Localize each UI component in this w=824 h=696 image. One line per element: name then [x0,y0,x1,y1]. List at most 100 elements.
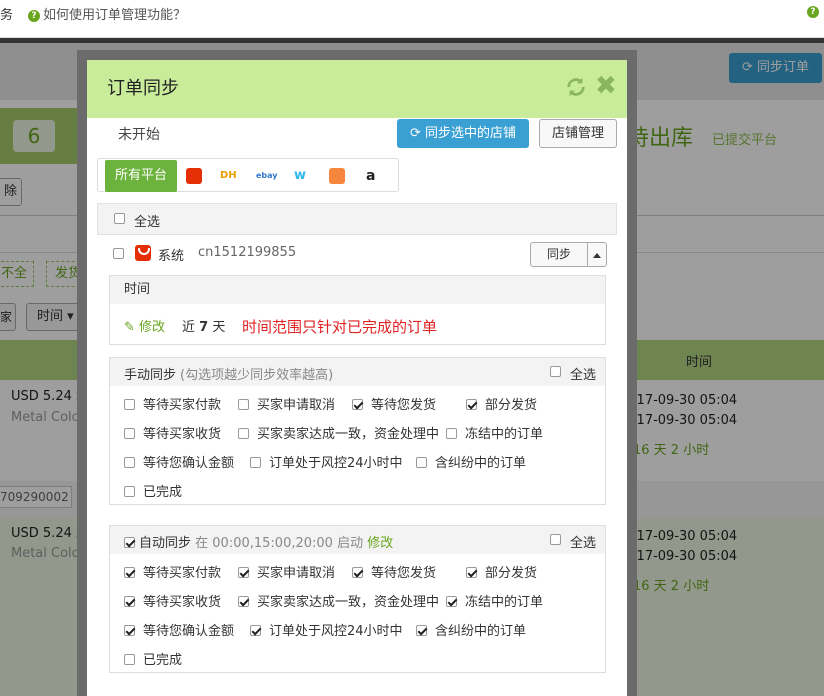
modal-header: 订单同步 ✖ [87,60,627,118]
manual-option-checkbox[interactable] [124,428,135,439]
dhgate-icon[interactable]: DH [220,168,237,184]
manual-option-checkbox[interactable] [124,486,135,497]
manual-option-checkbox[interactable] [238,428,249,439]
recent-prefix: 近 [182,320,196,335]
manual-option-label: 买家卖家达成一致，资金处理中 [257,427,440,442]
auto-sync-edit-link[interactable]: 修改 [367,536,393,551]
manual-option[interactable]: 买家卖家达成一致，资金处理中 [238,423,439,442]
manual-option-label: 已完成 [143,485,183,500]
question-icon[interactable]: ? [807,6,819,18]
recent-days-value: 7 [199,320,209,335]
manual-select-all-label: 全选 [570,368,597,383]
manual-option-label: 等待买家付款 [143,398,222,413]
auto-option[interactable]: 已完成 [124,649,182,668]
store-account-row: 系统 cn1512199855 同步 [97,235,617,271]
edit-time-label: 修改 [139,320,166,335]
manual-select-all-checkbox[interactable] [550,366,561,377]
auto-option[interactable]: 等待您确认金额 [124,620,234,639]
auto-select-all-label: 全选 [570,536,597,551]
auto-sync-section: 自动同步 在 00:00,15:00,20:00 启动 修改 全选 等待买家付款… [109,525,606,673]
auto-option-checkbox[interactable] [416,625,427,636]
auto-select-all-checkbox[interactable] [550,534,561,545]
manual-option[interactable]: 等待您发货 [352,394,436,413]
auto-option-checkbox[interactable] [124,596,135,607]
auto-sync-checkbox[interactable] [124,537,135,548]
wish-icon[interactable]: w [294,168,306,184]
auto-option-checkbox[interactable] [124,567,135,578]
auto-option[interactable]: 冻结中的订单 [446,591,543,610]
recent-days: 近 7 天 [182,316,225,335]
select-all-checkbox[interactable] [114,213,125,224]
manual-option[interactable]: 等待您确认金额 [124,452,234,471]
manual-option-label: 部分发货 [485,398,538,413]
lazada-icon[interactable] [329,168,345,184]
manual-option[interactable]: 部分发货 [466,394,537,413]
auto-option-label: 买家申请取消 [257,566,336,581]
manual-option[interactable]: 等待买家付款 [124,394,221,413]
manual-option-checkbox[interactable] [446,428,457,439]
tab-all-platforms[interactable]: 所有平台 [105,160,177,192]
manual-option[interactable]: 已完成 [124,481,182,500]
auto-option[interactable]: 买家申请取消 [238,562,335,581]
modal-body: 未开始 ⟳ 同步选中的店铺 店铺管理 所有平台 DH ebay w a 全选 系… [87,118,627,696]
auto-option[interactable]: 含纠纷中的订单 [416,620,526,639]
auto-option-checkbox[interactable] [352,567,363,578]
auto-option[interactable]: 订单处于风控24小时中 [250,620,403,639]
auto-option-checkbox[interactable] [238,567,249,578]
time-header: 时间 [110,276,605,304]
manual-option-label: 等待您发货 [371,398,437,413]
auto-option[interactable]: 买家卖家达成一致，资金处理中 [238,591,439,610]
manual-option-checkbox[interactable] [352,399,363,410]
manual-option-checkbox[interactable] [124,457,135,468]
manual-option[interactable]: 买家申请取消 [238,394,335,413]
auto-option-checkbox[interactable] [446,596,457,607]
manual-option[interactable]: 等待买家收货 [124,423,221,442]
auto-option-checkbox[interactable] [238,596,249,607]
refresh-icon[interactable] [565,76,587,98]
auto-option[interactable]: 等待买家付款 [124,562,221,581]
store-sync-button[interactable]: 同步 [530,242,588,267]
time-range-note: 时间范围只针对已完成的订单 [242,318,438,336]
sync-selected-stores-button[interactable]: ⟳ 同步选中的店铺 [397,119,529,148]
manual-option-label: 订单处于风控24小时中 [269,456,403,471]
auto-option-label: 已完成 [143,653,183,668]
auto-option[interactable]: 等待您发货 [352,562,436,581]
modal-title: 订单同步 [107,78,179,99]
manual-sync-section: 手动同步 (勾选项越少同步效率越高) 全选 等待买家付款 买家申请取消 等待您发货 部分… [109,357,606,505]
auto-option-checkbox[interactable] [250,625,261,636]
close-icon[interactable]: ✖ [595,73,617,99]
store-management-button[interactable]: 店铺管理 [539,119,617,148]
manual-option-checkbox[interactable] [238,399,249,410]
auto-option-checkbox[interactable] [124,654,135,665]
auto-option-label: 等待买家付款 [143,566,222,581]
help-link[interactable]: ? 如何使用订单管理功能？ [28,4,186,23]
manual-option[interactable]: 订单处于风控24小时中 [250,452,403,471]
chevron-down-icon[interactable] [587,242,607,267]
manual-option-checkbox[interactable] [416,457,427,468]
manual-option-checkbox[interactable] [250,457,261,468]
manual-option-label: 等待您确认金额 [143,456,235,471]
manual-option[interactable]: 冻结中的订单 [446,423,543,442]
auto-option[interactable]: 等待买家收货 [124,591,221,610]
manual-option-label: 含纠纷中的订单 [435,456,527,471]
top-help-bar: 务 ? 如何使用订单管理功能？ ? [0,0,824,38]
aliexpress-icon[interactable] [186,168,202,184]
store-checkbox[interactable] [113,248,124,259]
auto-option-checkbox[interactable] [124,625,135,636]
auto-option[interactable]: 部分发货 [466,562,537,581]
manual-option-label: 买家申请取消 [257,398,336,413]
auto-option-checkbox[interactable] [466,567,477,578]
store-id: cn1512199855 [198,245,297,260]
amazon-icon[interactable]: a [366,168,375,184]
edit-time-link[interactable]: ✎ 修改 [124,316,165,335]
manual-option-label: 等待买家收货 [143,427,222,442]
aliexpress-icon [135,245,151,261]
auto-option-label: 等待您发货 [371,566,437,581]
ebay-icon[interactable]: ebay [256,168,278,184]
store-system: 系统 [158,249,185,264]
manual-option-checkbox[interactable] [466,399,477,410]
auto-option-label: 冻结中的订单 [465,595,544,610]
manual-option[interactable]: 含纠纷中的订单 [416,452,526,471]
manual-option-checkbox[interactable] [124,399,135,410]
manual-option-label: 冻结中的订单 [465,427,544,442]
